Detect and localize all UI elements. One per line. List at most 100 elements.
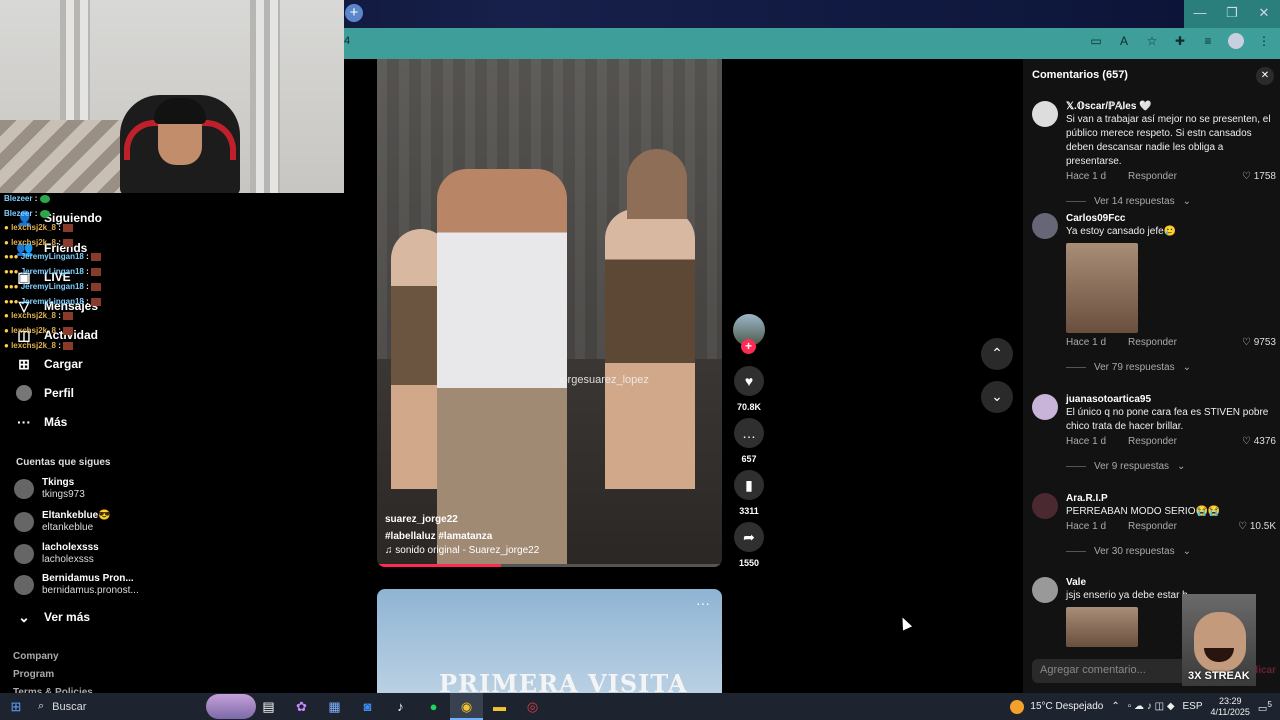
streak-overlay: 3X STREAK — [1182, 594, 1256, 686]
comments-header: Comentarios (657) — [1032, 69, 1128, 81]
tiktok-icon[interactable]: ♪ — [384, 693, 417, 720]
sidebar-item-upload[interactable]: ⊞ Cargar — [16, 356, 83, 372]
comment-action[interactable]: … 657 — [733, 418, 765, 464]
following-account[interactable]: lacholexsss lacholexsss — [14, 542, 99, 566]
video-hashtags[interactable]: #labellaluz #lamatanza — [385, 531, 492, 542]
heart-icon[interactable]: ♥ — [734, 366, 764, 396]
comment-image[interactable] — [1066, 607, 1138, 647]
address-bar[interactable]: 4 ▭ A ☆ ✚ ≡ ⋮ — [344, 28, 1280, 56]
following-account[interactable]: Tkings tkings973 — [14, 477, 85, 501]
follow-plus-icon[interactable]: + — [741, 339, 756, 354]
more-options-icon[interactable]: ··· — [696, 595, 710, 611]
footer-link-company[interactable]: Company — [13, 651, 59, 662]
copilot-icon[interactable]: ✿ — [285, 693, 318, 720]
new-tab-button[interactable]: + — [345, 4, 363, 22]
chevron-up-icon: ⌃ — [991, 345, 1003, 361]
like-action[interactable]: ♥ 70.8K — [733, 366, 765, 412]
upload-icon: ⊞ — [18, 356, 30, 372]
view-replies-button[interactable]: Ver 9 respuestas ⌄ — [1066, 461, 1276, 472]
see-more-button[interactable]: ⌄ Ver más — [16, 609, 90, 625]
next-video-button[interactable]: ⌄ — [981, 381, 1013, 413]
video-author[interactable]: suarez_jorge22 — [385, 514, 458, 525]
comment-user[interactable]: Carlos09Fcc — [1066, 213, 1276, 225]
comment-user[interactable]: Vale — [1066, 577, 1276, 589]
obs-icon[interactable]: ◎ — [516, 693, 549, 720]
close-window-button[interactable]: ✕ — [1248, 0, 1280, 28]
avatar[interactable] — [1032, 101, 1058, 127]
chevron-down-icon: ⌄ — [18, 609, 30, 625]
menu-icon[interactable]: ⋮ — [1256, 33, 1272, 49]
video-progress-bar[interactable] — [377, 564, 722, 567]
comment-text: Si van a trabajar así mejor no se presen… — [1066, 114, 1271, 167]
star-icon[interactable]: ☆ — [1144, 33, 1160, 49]
translate-icon[interactable]: A — [1116, 33, 1132, 49]
windows-start-icon[interactable]: ⊞ — [0, 699, 32, 715]
media-icon[interactable]: ≡ — [1200, 33, 1216, 49]
previous-video-button[interactable]: ⌃ — [981, 338, 1013, 370]
bookmark-icon[interactable]: ▮ — [734, 470, 764, 500]
save-action[interactable]: ▮ 3311 — [733, 470, 765, 516]
following-account[interactable]: Bernidamus Pron... bernidamus.pronost... — [14, 573, 139, 597]
footer-link-program[interactable]: Program — [13, 669, 54, 680]
restore-button[interactable]: ❐ — [1216, 0, 1248, 28]
comment-text: El único q no pone cara fea es STIVEN po… — [1066, 407, 1269, 432]
language-indicator[interactable]: ESP — [1183, 701, 1203, 712]
comment-user[interactable]: Ara.R.I.P — [1066, 493, 1276, 505]
notifications-icon[interactable]: ▭5 — [1258, 699, 1272, 714]
chevron-up-icon[interactable]: ⌃ — [1111, 701, 1119, 712]
comment-icon[interactable]: … — [734, 418, 764, 448]
streamer-hair — [154, 98, 206, 124]
extensions-icon[interactable]: ✚ — [1172, 33, 1188, 49]
badge-icon: ● — [4, 326, 9, 335]
view-replies-button[interactable]: Ver 30 respuestas ⌄ — [1066, 546, 1276, 557]
task-view-icon[interactable]: ▤ — [252, 693, 285, 720]
view-replies-button[interactable]: Ver 79 respuestas ⌄ — [1066, 362, 1276, 373]
chat-line: ● lexchsj2k_8 : — [4, 223, 74, 232]
emote-icon — [39, 194, 50, 203]
url-text[interactable]: 4 — [344, 35, 350, 47]
following-title: Cuentas que sigues — [16, 457, 111, 468]
comment-like[interactable]: ♡ 10.5K — [1238, 521, 1276, 532]
avatar[interactable] — [1032, 394, 1058, 420]
emote-icon — [90, 282, 101, 291]
tray-icons[interactable]: ▫ ☁ ♪ ◫ ◆ — [1128, 701, 1175, 712]
emote-icon — [39, 209, 50, 218]
avatar[interactable] — [1032, 213, 1058, 239]
reply-button[interactable]: Responder — [1128, 337, 1177, 348]
screen-cast-icon[interactable]: ▭ — [1088, 33, 1104, 49]
comment-image[interactable] — [1066, 243, 1138, 333]
comment-user[interactable]: 𝕏.𝕆scar/ℙ𝔸les 🤍 — [1066, 101, 1276, 113]
comment-like[interactable]: ♡ 4376 — [1242, 436, 1276, 447]
comment-like[interactable]: ♡ 1758 — [1242, 171, 1276, 182]
view-replies-button[interactable]: Ver 14 respuestas ⌄ — [1066, 196, 1276, 207]
clock[interactable]: 23:29 4/11/2025 — [1211, 696, 1250, 718]
share-icon[interactable]: ➦ — [734, 522, 764, 552]
avatar — [14, 575, 34, 595]
following-account[interactable]: Eltankeblue😎 eltankeblue — [14, 510, 111, 534]
video-player[interactable]: jorgesuarez_lopez suarez_jorge22 #labell… — [377, 59, 722, 567]
next-video-preview[interactable]: ··· PRIMERA VISITA — [377, 589, 722, 699]
video-sound[interactable]: ♫ sonido original - Suarez_jorge22 — [385, 545, 539, 556]
taskbar-search[interactable]: ⌕ Buscar — [32, 693, 256, 720]
avatar[interactable] — [1032, 577, 1058, 603]
comment-like[interactable]: ♡ 9753 — [1242, 337, 1276, 348]
share-action[interactable]: ➦ 1550 — [733, 522, 765, 568]
chrome-icon[interactable]: ◉ — [450, 693, 483, 720]
profile-icon[interactable] — [1228, 33, 1244, 49]
spotify-icon[interactable]: ● — [417, 693, 450, 720]
store-icon[interactable]: ▦ — [318, 693, 351, 720]
file-explorer-icon[interactable]: ▬ — [483, 693, 516, 720]
reply-button[interactable]: Responder — [1128, 521, 1177, 532]
minimize-button[interactable]: — — [1184, 0, 1216, 28]
dancer-right — [605, 209, 695, 489]
avatar[interactable] — [1032, 493, 1058, 519]
reply-button[interactable]: Responder — [1128, 171, 1177, 182]
outlook-icon[interactable]: ◙ — [351, 693, 384, 720]
reply-button[interactable]: Responder — [1128, 436, 1177, 447]
weather-widget[interactable]: 15°C Despejado — [1010, 699, 1103, 714]
sidebar-item-profile[interactable]: Perfil — [16, 385, 74, 401]
sidebar-item-more[interactable]: ··· Más — [16, 414, 67, 430]
comment-user[interactable]: juanasotoartica95 — [1066, 394, 1276, 406]
badge-icon: ● — [4, 341, 9, 350]
close-icon[interactable]: ✕ — [1256, 67, 1274, 85]
